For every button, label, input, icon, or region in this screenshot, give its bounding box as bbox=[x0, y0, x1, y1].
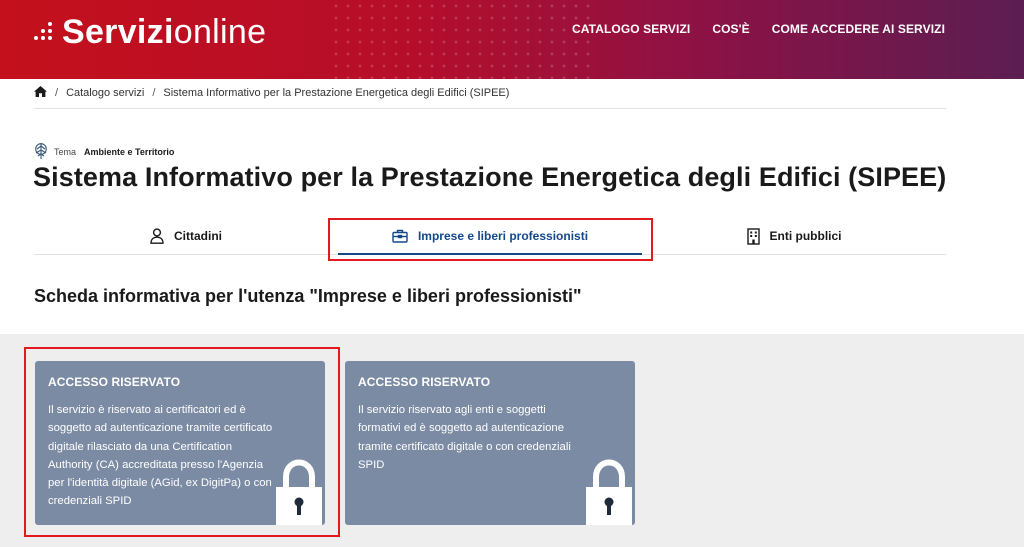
tab-label: Cittadini bbox=[174, 229, 222, 243]
home-icon[interactable] bbox=[34, 86, 47, 100]
header-pattern bbox=[330, 0, 590, 79]
site-header: Servizionline CATALOGO SERVIZI COS'È COM… bbox=[0, 0, 1024, 79]
nav-cose[interactable]: COS'È bbox=[712, 22, 749, 36]
card-description: Il servizio riservato agli enti e sogget… bbox=[358, 404, 571, 471]
logo-dots-icon bbox=[34, 17, 60, 47]
breadcrumb-item-current: Sistema Informativo per la Prestazione E… bbox=[163, 87, 510, 99]
card-highlight-box bbox=[24, 347, 340, 537]
theme-label: Tema bbox=[54, 147, 77, 157]
breadcrumb: / Catalogo servizi / Sistema Informativo… bbox=[34, 85, 509, 101]
tab-enti-pubblici[interactable]: Enti pubblici bbox=[642, 218, 946, 254]
tree-icon bbox=[34, 142, 48, 162]
main-nav: CATALOGO SERVIZI COS'È COME ACCEDERE AI … bbox=[572, 22, 945, 36]
breadcrumb-item-catalogo[interactable]: Catalogo servizi bbox=[66, 87, 144, 99]
user-icon bbox=[150, 228, 164, 244]
tab-highlight-box bbox=[328, 218, 653, 261]
page-title: Sistema Informativo per la Prestazione E… bbox=[33, 162, 947, 192]
nav-come-accedere[interactable]: COME ACCEDERE AI SERVIZI bbox=[772, 22, 945, 36]
logo-text: Servizionline bbox=[62, 13, 267, 51]
theme-tag: Tema Ambiente e Territorio bbox=[34, 142, 174, 162]
site-logo[interactable]: Servizionline bbox=[34, 10, 266, 54]
tab-label: Enti pubblici bbox=[769, 229, 842, 243]
section-title: Scheda informativa per l'utenza "Imprese… bbox=[34, 286, 582, 306]
breadcrumb-separator: / bbox=[55, 87, 59, 99]
tab-cittadini[interactable]: Cittadini bbox=[34, 218, 338, 254]
access-card[interactable]: ACCESSO RISERVATO Il servizio riservato … bbox=[345, 361, 635, 525]
breadcrumb-separator: / bbox=[152, 87, 156, 99]
breadcrumb-divider bbox=[34, 108, 946, 109]
card-title: ACCESSO RISERVATO bbox=[358, 375, 491, 389]
building-icon bbox=[746, 227, 760, 245]
lock-icon bbox=[583, 459, 635, 525]
theme-value[interactable]: Ambiente e Territorio bbox=[84, 147, 174, 157]
nav-catalogo-servizi[interactable]: CATALOGO SERVIZI bbox=[572, 22, 690, 36]
